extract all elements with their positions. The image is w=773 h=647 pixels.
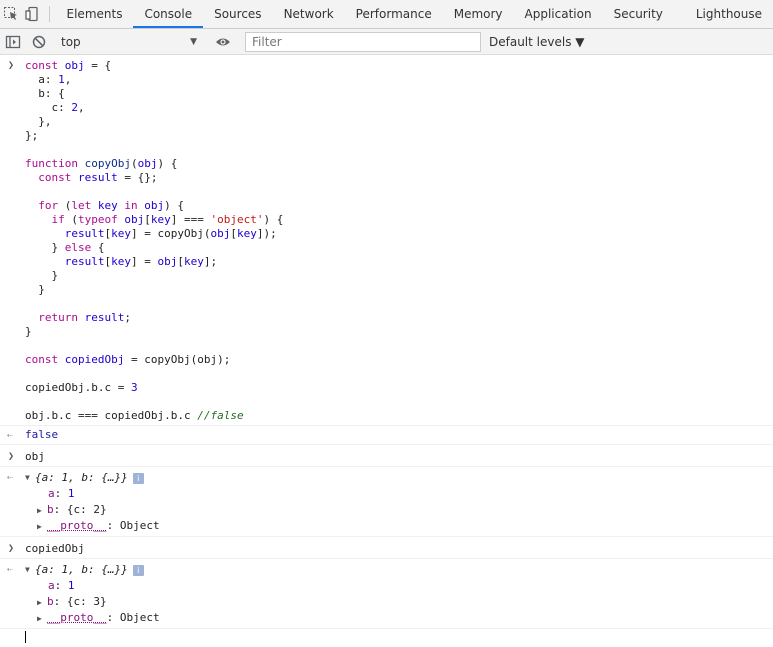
input-prompt-icon: ❯ xyxy=(8,451,15,462)
collapsed-triangle-icon[interactable]: ▶ xyxy=(37,611,47,627)
expanded-triangle-icon[interactable]: ▼ xyxy=(25,471,35,485)
command-text: obj xyxy=(25,450,45,463)
tab-application[interactable]: Application xyxy=(514,0,603,28)
property-key: a xyxy=(48,487,55,500)
console-result-message: ⇠ false xyxy=(0,426,773,445)
clear-console-icon[interactable] xyxy=(26,34,52,50)
property-value: {c: 2} xyxy=(66,503,107,516)
property-row: a: 1 xyxy=(48,487,75,500)
live-expression-eye-icon[interactable] xyxy=(210,34,236,50)
tab-lighthouse[interactable]: Lighthouse xyxy=(685,0,773,28)
property-key: a xyxy=(48,579,55,592)
console-input-message: ❯ const obj = { a: 1, b: { c: 2, }, }; f… xyxy=(0,55,773,426)
console-prompt-line[interactable] xyxy=(0,629,773,643)
devtools-tabbar: Elements Console Sources Network Perform… xyxy=(0,0,773,29)
collapsed-triangle-icon[interactable]: ▶ xyxy=(37,503,47,519)
info-icon[interactable]: i xyxy=(132,564,144,576)
info-icon[interactable]: i xyxy=(132,472,144,484)
console-input-message: ❯ obj xyxy=(0,445,773,467)
tabbar-divider xyxy=(48,6,50,22)
text-cursor xyxy=(25,631,26,643)
object-preview[interactable]: {a: 1, b: {…}} xyxy=(35,471,128,485)
show-sidebar-icon[interactable] xyxy=(0,34,26,50)
console-result-message: ⇠ ▼ {a: 1, b: {…}} i a: 1 ▶ b: {c: 2} ▶ __… xyxy=(0,467,773,537)
property-value: Object xyxy=(119,611,160,624)
object-preview[interactable]: {a: 1, b: {…}} xyxy=(35,563,128,577)
object-preview-row[interactable]: ▼ {a: 1, b: {…}} i xyxy=(25,562,773,578)
tab-console[interactable]: Console xyxy=(133,0,204,28)
expanded-triangle-icon[interactable]: ▼ xyxy=(25,563,35,577)
console-result-message: ⇠ ▼ {a: 1, b: {…}} i a: 1 ▶ b: {c: 3} ▶ __… xyxy=(0,559,773,629)
console-output[interactable]: ❯ const obj = { a: 1, b: { c: 2, }, }; f… xyxy=(0,55,773,643)
result-arrow-icon: ⇠ xyxy=(7,430,14,441)
context-label: top xyxy=(61,34,81,49)
property-key: b xyxy=(47,503,54,516)
dropdown-arrow-icon: ▼ xyxy=(190,36,197,47)
property-key: __proto__ xyxy=(47,519,107,532)
property-value: 1 xyxy=(67,579,75,592)
tab-security[interactable]: Security xyxy=(603,0,685,28)
property-row: a: 1 xyxy=(48,579,75,592)
collapsed-triangle-icon[interactable]: ▶ xyxy=(37,519,47,535)
device-toolbar-icon[interactable] xyxy=(21,0,42,28)
input-prompt-icon: ❯ xyxy=(8,60,15,71)
tab-sources[interactable]: Sources xyxy=(203,0,272,28)
object-preview-row[interactable]: ▼ {a: 1, b: {…}} i xyxy=(25,470,773,486)
property-row[interactable]: ▶ __proto__: Object xyxy=(25,610,773,626)
inspect-element-icon[interactable] xyxy=(0,0,21,28)
result-value: false xyxy=(25,428,59,441)
console-input-message: ❯ copiedObj xyxy=(0,537,773,559)
property-row[interactable]: ▶ __proto__: Object xyxy=(25,518,773,534)
filter-input[interactable] xyxy=(245,31,481,52)
console-toolbar: top ▼ Default levels ▼ xyxy=(0,29,773,55)
input-prompt-icon: ❯ xyxy=(8,543,15,554)
tab-performance[interactable]: Performance xyxy=(345,0,443,28)
tab-memory[interactable]: Memory xyxy=(443,0,514,28)
context-selector[interactable]: top ▼ xyxy=(55,35,201,49)
result-arrow-icon: ⇠ xyxy=(7,472,14,483)
tab-network[interactable]: Network xyxy=(273,0,345,28)
property-row[interactable]: ▶ b: {c: 2} xyxy=(25,502,773,518)
property-key: __proto__ xyxy=(47,611,107,624)
property-key: b xyxy=(47,595,54,608)
tab-elements[interactable]: Elements xyxy=(56,0,134,28)
property-value: 1 xyxy=(67,487,75,500)
result-arrow-icon: ⇠ xyxy=(7,564,14,575)
code-block: const obj = { a: 1, b: { c: 2, }, }; fun… xyxy=(25,59,284,422)
property-value: {c: 3} xyxy=(66,595,107,608)
property-value: Object xyxy=(119,519,160,532)
property-row[interactable]: ▶ b: {c: 3} xyxy=(25,594,773,610)
collapsed-triangle-icon[interactable]: ▶ xyxy=(37,595,47,611)
command-text: copiedObj xyxy=(25,542,85,555)
log-levels-dropdown[interactable]: Default levels ▼ xyxy=(489,35,585,49)
